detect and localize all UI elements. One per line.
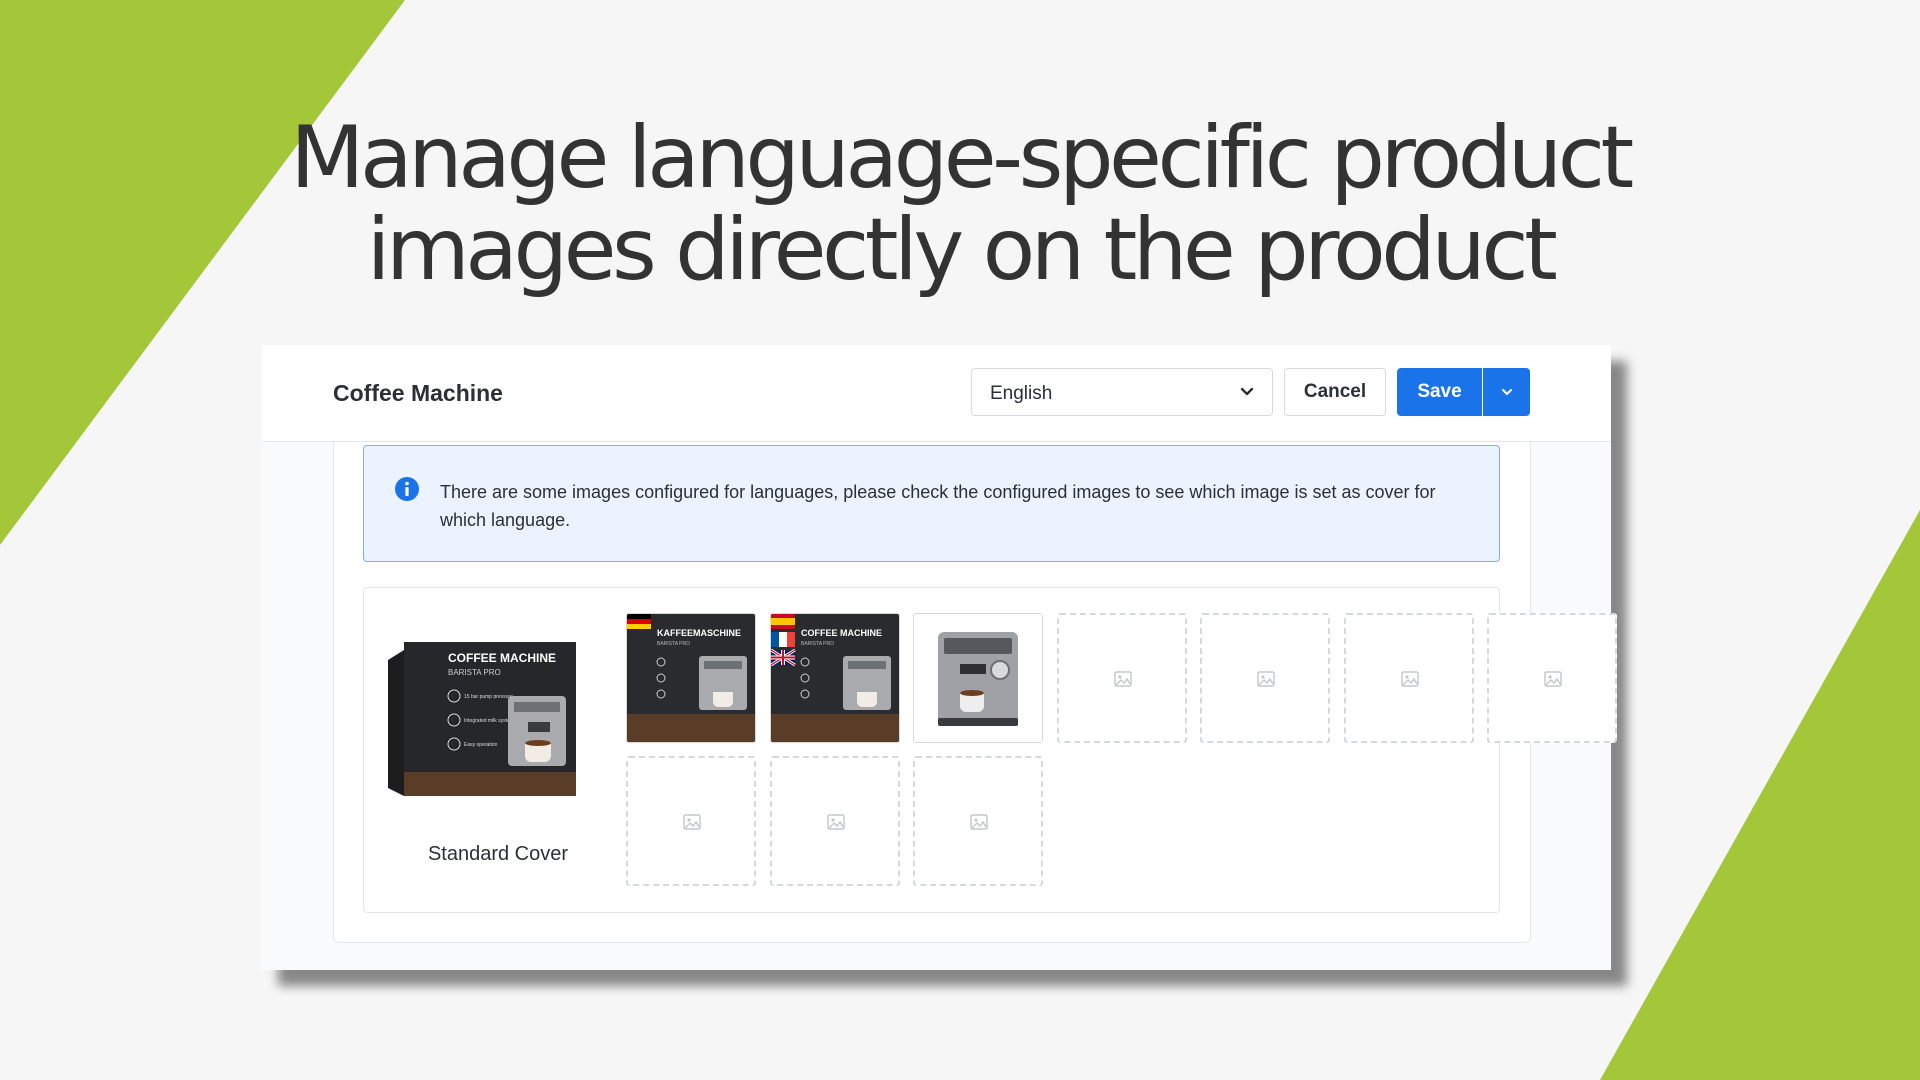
- image-placeholder-icon: [1257, 671, 1275, 687]
- thumb-box-title: COFFEE MACHINE: [801, 628, 882, 638]
- product-image-thumbnail[interactable]: KAFFEEMASCHINE BARISTA PRO: [626, 613, 756, 743]
- empty-image-slot[interactable]: [626, 756, 756, 886]
- cancel-button[interactable]: Cancel: [1284, 368, 1386, 416]
- flag-france-icon: [770, 632, 795, 647]
- empty-image-slot[interactable]: [1056, 613, 1187, 743]
- cover-box-title: COFFEE MACHINE: [448, 651, 556, 665]
- product-header-bar: Coffee Machine English Cancel Save: [262, 345, 1611, 442]
- alert-message: There are some images configured for lan…: [440, 482, 1436, 530]
- product-image-thumbnail[interactable]: COFFEE MACHINE BARISTA PRO: [769, 613, 900, 743]
- info-icon: [395, 477, 419, 501]
- empty-image-slot[interactable]: [913, 756, 1043, 886]
- image-placeholder-icon: [1544, 671, 1562, 687]
- cover-feature-3: Easy operation: [464, 742, 498, 748]
- coffee-machine-photo: [914, 614, 1042, 742]
- thumb-box-subtitle: BARISTA PRO: [801, 641, 834, 647]
- cover-box-subtitle: BARISTA PRO: [448, 668, 501, 677]
- image-placeholder-icon: [683, 814, 701, 830]
- flag-united-kingdom-icon: [770, 648, 796, 667]
- empty-image-slot[interactable]: [1343, 613, 1474, 743]
- cover-feature-1: 15 bar pump pressure: [464, 694, 513, 700]
- media-gallery: COFFEE MACHINE BARISTA PRO 15 bar pump p…: [363, 587, 1617, 913]
- thumb-box-title: KAFFEEMASCHINE: [657, 628, 741, 638]
- product-image-thumbnail[interactable]: [913, 613, 1043, 743]
- image-placeholder-icon: [1113, 671, 1132, 687]
- product-edit-panel: Coffee Machine English Cancel Save There…: [262, 345, 1617, 970]
- slide-headline: Manage language-specific product images …: [0, 112, 1920, 296]
- image-placeholder-icon: [1400, 671, 1419, 687]
- right-green-triangle: [1600, 510, 1920, 1080]
- chevron-down-icon: [1240, 387, 1254, 396]
- save-options-button[interactable]: [1483, 368, 1530, 416]
- empty-image-slot[interactable]: [1487, 613, 1617, 743]
- headline-line-1: Manage language-specific product: [290, 108, 1634, 208]
- save-button[interactable]: Save: [1397, 368, 1482, 416]
- chevron-down-icon: [1501, 389, 1512, 395]
- headline-line-2: images directly on the product: [366, 200, 1558, 300]
- box-image: KAFFEEMASCHINE BARISTA PRO: [627, 614, 755, 742]
- empty-image-slot[interactable]: [1200, 613, 1330, 743]
- language-select-value: English: [990, 383, 1053, 404]
- image-placeholder-icon: [970, 814, 988, 830]
- cover-feature-2: Integrated milk system: [464, 718, 514, 724]
- product-title: Coffee Machine: [333, 380, 503, 406]
- box-image: COFFEE MACHINE BARISTA PRO: [770, 614, 899, 742]
- image-placeholder-icon: [826, 814, 845, 830]
- thumb-box-subtitle: BARISTA PRO: [657, 641, 690, 647]
- empty-image-slot[interactable]: [769, 756, 900, 886]
- info-alert: There are some images configured for lan…: [363, 445, 1500, 562]
- language-select[interactable]: English: [971, 368, 1273, 416]
- cover-label: Standard Cover: [427, 843, 569, 865]
- flag-spain-icon: [770, 614, 795, 629]
- flag-germany-icon: [627, 614, 651, 629]
- cover-image[interactable]: COFFEE MACHINE BARISTA PRO 15 bar pump p…: [388, 638, 580, 808]
